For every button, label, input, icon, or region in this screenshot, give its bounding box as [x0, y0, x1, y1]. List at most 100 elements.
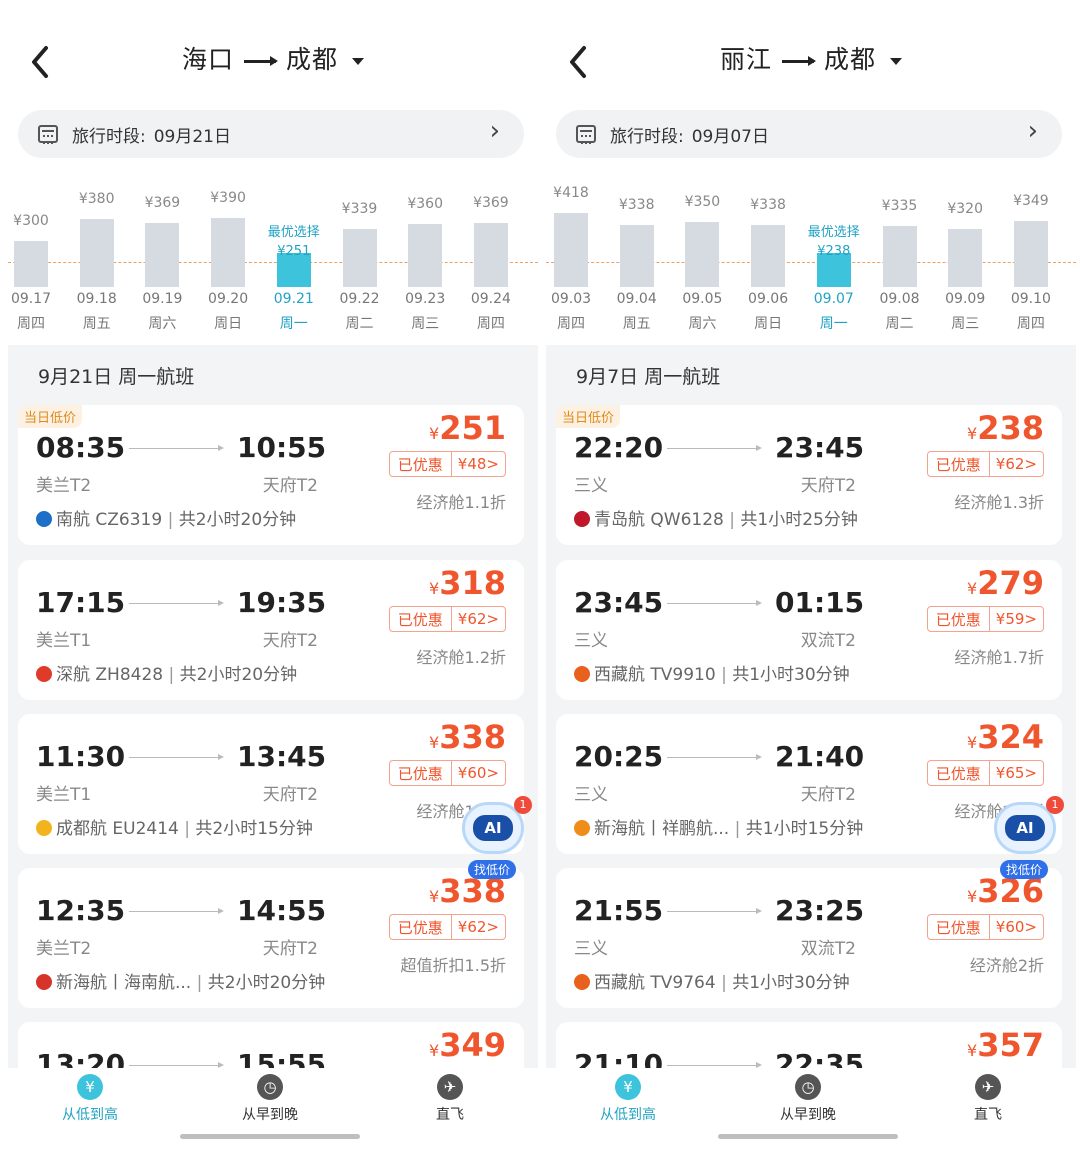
flight-card[interactable]: 23:45 01:15 三义 双流T2 西藏航 TV9910 | 共1小时30分钟 已优惠… [556, 560, 1062, 700]
sort-tab[interactable]: ◷ 从早到晚 [210, 1074, 330, 1124]
discount-label: 已优惠 [397, 610, 443, 629]
sort-tab[interactable]: ¥ 从低到高 [568, 1074, 688, 1124]
departure-terminal: 美兰T1 [36, 631, 92, 651]
flight-arrow-icon [667, 908, 762, 914]
flight-price: ¥338 [429, 718, 506, 756]
ai-assistant-button[interactable]: AI 1 找低价 [454, 796, 536, 892]
day-price: ¥32 [1064, 201, 1076, 217]
calendar-day[interactable]: 最优选择 ¥238 09.07 周一 [801, 205, 867, 335]
day-date: 09.03 [550, 291, 592, 307]
calendar-day[interactable]: ¥300 09.17 周四 [8, 205, 64, 335]
price-bar [145, 223, 180, 287]
discount-badge[interactable]: 已优惠 ¥62> [926, 451, 1044, 477]
best-choice-label: 最优选择 ¥251 [259, 223, 329, 261]
flight-card[interactable]: 11:30 13:45 美兰T1 天府T2 成都航 EU2414 | 共2小时15分钟 已… [18, 714, 524, 854]
arrival-terminal: 双流T2 [800, 939, 856, 959]
clock-icon: ◷ [795, 1074, 821, 1100]
arrival-time: 10:55 [237, 431, 327, 464]
sort-tab[interactable]: ◷ 从早到晚 [748, 1074, 868, 1124]
cabin-class: 超值折扣1.5折 [400, 956, 506, 975]
airline-name: 青岛航 QW6128 [594, 510, 724, 530]
flight-duration: 共2小时20分钟 [178, 510, 297, 530]
day-weekday: 周一 [819, 316, 848, 332]
calendar-day[interactable]: ¥3209.周五 [1064, 205, 1076, 335]
flight-arrow-icon [667, 1062, 762, 1068]
arrival-time: 23:25 [775, 894, 865, 927]
calendar-day[interactable]: ¥418 09.03 周四 [546, 185, 604, 335]
airline-logo-icon [574, 666, 590, 682]
calendar-day[interactable]: ¥369 09.19 周六 [129, 195, 195, 335]
flight-price: ¥279 [967, 564, 1044, 602]
sort-tab[interactable]: ✈ 直飞 [928, 1074, 1048, 1124]
info-separator: | [178, 819, 196, 839]
origin-city: 丽江 [719, 45, 772, 74]
discount-badge[interactable]: 已优惠 ¥60> [926, 914, 1044, 940]
calendar-day[interactable]: 最优选择 ¥251 09.21 周一 [261, 205, 327, 335]
airline-name: 西藏航 TV9910 [594, 665, 716, 685]
day-weekday: 周三 [951, 316, 980, 332]
discount-badge[interactable]: 已优惠 ¥59> [926, 606, 1044, 632]
best-choice-price: ¥238 [817, 244, 851, 259]
calendar-day[interactable]: ¥338 09.04 周五 [604, 197, 670, 335]
sort-tab[interactable]: ✈ 直飞 [390, 1074, 510, 1124]
day-weekday: 周四 [557, 316, 585, 332]
discount-badge[interactable]: 已优惠 ¥65> [926, 760, 1044, 786]
comparison-root: 海口 成都 旅行时段: 09月21日 › ¥300 09.17 周四 ¥380 09.18 周五 ¥3… [0, 0, 1080, 1155]
arrival-terminal: 天府T2 [262, 939, 318, 959]
day-date: 09.04 [616, 291, 657, 307]
travel-period-bar[interactable]: 旅行时段: 09月07日 › [556, 110, 1062, 158]
calendar-day[interactable]: ¥320 09.09 周三 [932, 201, 998, 335]
sort-tab-label: 直飞 [974, 1107, 1002, 1123]
currency-symbol: ¥ [429, 1041, 440, 1060]
best-choice-text: 最优选择 [267, 225, 320, 240]
discount-amount: ¥48> [450, 452, 505, 476]
calendar-day[interactable]: ¥349 09.10 周四 [998, 193, 1064, 335]
discount-badge[interactable]: 已优惠 ¥60> [388, 760, 506, 786]
travel-period-bar[interactable]: 旅行时段: 09月21日 › [18, 110, 524, 158]
day-weekday: 周四 [1016, 316, 1045, 332]
day-weekday: 周二 [885, 316, 914, 332]
calendar-day[interactable]: ¥369 09.24 周四 [458, 195, 524, 335]
route-selector[interactable]: 丽江 成都 [546, 40, 1076, 76]
departure-terminal: 三义 [574, 476, 608, 496]
currency-symbol: ¥ [429, 579, 440, 598]
calendar-day[interactable]: ¥380 09.18 周五 [64, 191, 130, 335]
flight-card[interactable]: 17:15 19:35 美兰T1 天府T2 深航 ZH8428 | 共2小时20分钟 已优… [18, 560, 524, 700]
flight-card[interactable]: 当日低价 08:35 10:55 美兰T2 天府T2 南航 CZ6319 | 共2小时20… [18, 405, 524, 545]
discount-amount: ¥62> [450, 915, 505, 939]
flight-card[interactable]: 当日低价 22:20 23:45 三义 天府T2 青岛航 QW6128 | 共1小时25分… [556, 405, 1062, 545]
currency-symbol: ¥ [967, 887, 978, 906]
sort-tab[interactable]: ¥ 从低到高 [30, 1074, 150, 1124]
price-value: 349 [439, 1026, 506, 1064]
day-price: ¥338 [750, 197, 786, 213]
departure-time: 21:55 [574, 894, 664, 927]
day-price: ¥380 [78, 191, 115, 207]
calendar-day[interactable]: ¥338 09.06 周日 [735, 197, 801, 335]
ai-assistant-button[interactable]: AI 1 找低价 [986, 796, 1068, 892]
arrival-terminal: 天府T2 [800, 476, 856, 496]
arrival-terminal: 天府T2 [262, 785, 318, 805]
discount-badge[interactable]: 已优惠 ¥48> [388, 451, 506, 477]
flight-list-panel: 丽江 成都 旅行时段: 09月07日 › ¥418 09.03 周四 ¥338 09.04 周五 ¥3… [546, 0, 1076, 1155]
calendar-day[interactable]: ¥350 09.05 周六 [669, 194, 735, 335]
calendar-day[interactable]: ¥339 09.22 周二 [327, 201, 393, 335]
sort-tab-label: 从早到晚 [780, 1107, 836, 1123]
price-bar [408, 224, 443, 287]
day-price: ¥369 [144, 195, 181, 211]
discount-badge[interactable]: 已优惠 ¥62> [388, 914, 506, 940]
section-title: 9月7日 周一航班 [576, 366, 721, 388]
price-value: 279 [977, 564, 1044, 602]
calendar-day[interactable]: ¥335 09.08 周二 [867, 198, 933, 335]
arrival-time: 23:45 [775, 431, 865, 464]
flight-card[interactable]: 12:35 14:55 美兰T2 天府T2 新海航丨海南航... | 共2小时20分钟 已… [18, 868, 524, 1008]
discount-label: 已优惠 [397, 918, 443, 937]
clock-icon: ◷ [257, 1074, 283, 1100]
calendar-day[interactable]: ¥390 09.20 周日 [195, 190, 261, 335]
arrival-time: 19:35 [237, 586, 327, 619]
calendar-day[interactable]: ¥360 09.23 周三 [392, 196, 458, 335]
info-separator: | [191, 973, 208, 993]
sort-tab-bar: ¥ 从低到高 ◷ 从早到晚 ✈ 直飞 [546, 1068, 1076, 1155]
flight-info: 新海航丨海南航... | 共2小时20分钟 [36, 968, 325, 993]
route-selector[interactable]: 海口 成都 [8, 40, 538, 76]
discount-badge[interactable]: 已优惠 ¥62> [388, 606, 506, 632]
